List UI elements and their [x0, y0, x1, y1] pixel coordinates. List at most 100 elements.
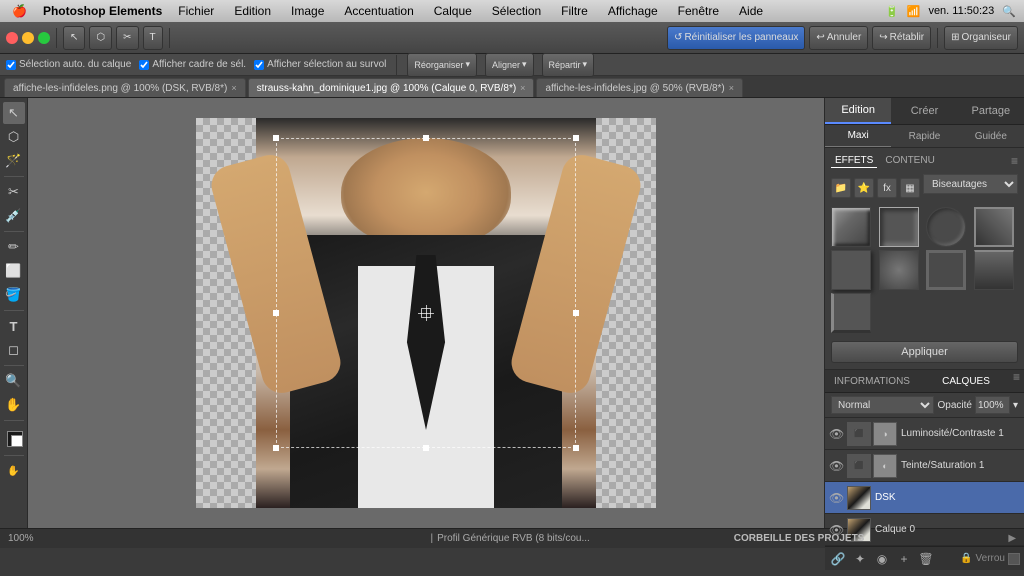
effect-thumb-8[interactable]	[974, 250, 1014, 290]
subtab-maxi[interactable]: Maxi	[825, 125, 891, 147]
menu-affichage[interactable]: Affichage	[604, 4, 662, 18]
sel-handle-tr[interactable]	[573, 135, 579, 141]
effects-dropdown[interactable]: Biseautages	[923, 174, 1018, 194]
auto-select-checkbox[interactable]: Sélection auto. du calque	[6, 59, 131, 70]
hand-tool-2[interactable]: ✋	[3, 460, 25, 482]
hand-tool[interactable]: ✋	[3, 394, 25, 416]
texture-icon[interactable]: ▦	[900, 178, 920, 198]
eraser-tool[interactable]: ⬜	[3, 260, 25, 282]
subtab-guidee[interactable]: Guidée	[958, 125, 1024, 147]
lasso-tool[interactable]: ⬡	[3, 126, 25, 148]
fx-icon[interactable]: fx	[877, 178, 897, 198]
organizer-btn[interactable]: ⊞ Organiseur	[944, 26, 1018, 50]
reset-panels-btn[interactable]: ↺ Réinitialiser les panneaux	[667, 26, 805, 50]
file-tab-2[interactable]: affiche-les-infideles.jpg @ 50% (RVB/8*)…	[536, 78, 743, 97]
tab-close-2[interactable]: ×	[729, 83, 734, 93]
search-icon[interactable]: 🔍	[1002, 5, 1016, 18]
menu-accentuation[interactable]: Accentuation	[340, 4, 417, 18]
tab-close-1[interactable]: ×	[520, 83, 525, 93]
tab-close-0[interactable]: ×	[231, 83, 236, 93]
tab-partage[interactable]: Partage	[958, 98, 1024, 124]
calques-tab[interactable]: CALQUES	[919, 370, 1013, 392]
effect-thumb-3[interactable]	[926, 207, 966, 247]
opacity-input[interactable]	[975, 396, 1010, 414]
effect-thumb-4[interactable]	[974, 207, 1014, 247]
tab-creer[interactable]: Créer	[891, 98, 957, 124]
menu-aide[interactable]: Aide	[735, 4, 767, 18]
file-tab-1[interactable]: strauss-kahn_dominique1.jpg @ 100% (Calq…	[248, 78, 535, 97]
link-layers-btn[interactable]: 🔗	[829, 552, 847, 566]
sel-handle-tc[interactable]	[423, 135, 429, 141]
new-layer-btn[interactable]: +	[895, 552, 913, 566]
brush-tool[interactable]: ✏	[3, 236, 25, 258]
menu-selection[interactable]: Sélection	[488, 4, 545, 18]
folder-icon[interactable]: 📁	[831, 178, 851, 198]
undo-btn[interactable]: ↩ Annuler	[809, 26, 868, 50]
move-tool-btn[interactable]: ↖	[63, 26, 85, 50]
opacity-arrow-icon[interactable]: ▾	[1013, 400, 1018, 411]
layers-options-btn[interactable]: ≡	[1013, 370, 1024, 392]
minimize-window-btn[interactable]	[22, 32, 34, 44]
repartir-btn[interactable]: Répartir ▾	[542, 53, 595, 77]
contenu-tab[interactable]: CONTENU	[881, 154, 938, 168]
effect-thumb-7[interactable]	[926, 250, 966, 290]
effect-thumb-9[interactable]	[831, 293, 871, 333]
file-tab-0[interactable]: affiche-les-infideles.png @ 100% (DSK, R…	[4, 78, 246, 97]
apple-menu[interactable]: 🍎	[8, 4, 31, 18]
layer-vis-2[interactable]: 👁	[829, 491, 843, 505]
menu-edition[interactable]: Edition	[230, 4, 275, 18]
effect-thumb-6[interactable]	[879, 250, 919, 290]
effect-thumb-2[interactable]	[879, 207, 919, 247]
menu-fichier[interactable]: Fichier	[174, 4, 218, 18]
sel-handle-br[interactable]	[573, 445, 579, 451]
sel-handle-bc[interactable]	[423, 445, 429, 451]
shape-tool[interactable]: ◻	[3, 339, 25, 361]
zoom-tool[interactable]: 🔍	[3, 370, 25, 392]
show-hover-checkbox[interactable]: Afficher sélection au survol	[254, 59, 386, 70]
delete-layer-btn[interactable]: 🗑	[917, 552, 935, 566]
sel-handle-tl[interactable]	[273, 135, 279, 141]
layer-style-btn[interactable]: ✦	[851, 552, 869, 566]
sel-handle-ml[interactable]	[273, 310, 279, 316]
add-mask-btn[interactable]: ◉	[873, 552, 891, 566]
sel-handle-mr[interactable]	[573, 310, 579, 316]
menu-filtre[interactable]: Filtre	[557, 4, 592, 18]
effets-tab[interactable]: EFFETS	[831, 154, 877, 168]
menu-image[interactable]: Image	[287, 4, 328, 18]
type-tool-left[interactable]: T	[3, 315, 25, 337]
type-tool-btn[interactable]: T	[143, 26, 163, 50]
aligner-btn[interactable]: Aligner ▾	[485, 53, 534, 77]
effect-thumb-5[interactable]	[831, 250, 871, 290]
apply-btn[interactable]: Appliquer	[831, 341, 1018, 363]
layer-vis-0[interactable]: 👁	[829, 427, 843, 441]
lock-checkbox[interactable]	[1008, 553, 1020, 565]
menu-calque[interactable]: Calque	[430, 4, 476, 18]
paint-bucket-tool[interactable]: 🪣	[3, 284, 25, 306]
blend-mode-select[interactable]: Normal	[831, 396, 934, 414]
show-frame-checkbox[interactable]: Afficher cadre de sél.	[139, 59, 246, 70]
select-tool-btn[interactable]: ⬡	[89, 26, 112, 50]
menu-fenetre[interactable]: Fenêtre	[674, 4, 723, 18]
magic-wand-tool[interactable]: 🪄	[3, 150, 25, 172]
layer-item-0[interactable]: 👁 ⬛ ◑ Luminosité/Contraste 1	[825, 418, 1024, 450]
canvas-area[interactable]	[28, 98, 824, 528]
star-icon[interactable]: ⭐	[854, 178, 874, 198]
reorganiser-btn[interactable]: Réorganiser ▾	[407, 53, 477, 77]
sel-handle-bl[interactable]	[273, 445, 279, 451]
effect-thumb-1[interactable]	[831, 207, 871, 247]
crop-tool-left[interactable]: ✂	[3, 181, 25, 203]
subtab-rapide[interactable]: Rapide	[891, 125, 957, 147]
crop-tool-btn[interactable]: ✂	[116, 26, 138, 50]
layer-item-2[interactable]: 👁 DSK	[825, 482, 1024, 514]
tab-edition[interactable]: Edition	[825, 98, 891, 124]
panel-options-btn[interactable]: ≡	[1011, 154, 1018, 168]
redo-btn[interactable]: ↪ Rétablir	[872, 26, 931, 50]
maximize-window-btn[interactable]	[38, 32, 50, 44]
move-tool[interactable]: ↖	[3, 102, 25, 124]
informations-tab[interactable]: INFORMATIONS	[825, 370, 919, 392]
layer-item-1[interactable]: 👁 ⬛ ◐ Teinte/Saturation 1	[825, 450, 1024, 482]
layer-vis-1[interactable]: 👁	[829, 459, 843, 473]
background-color[interactable]	[11, 435, 23, 447]
eyedropper-tool[interactable]: 💉	[3, 205, 25, 227]
close-window-btn[interactable]	[6, 32, 18, 44]
